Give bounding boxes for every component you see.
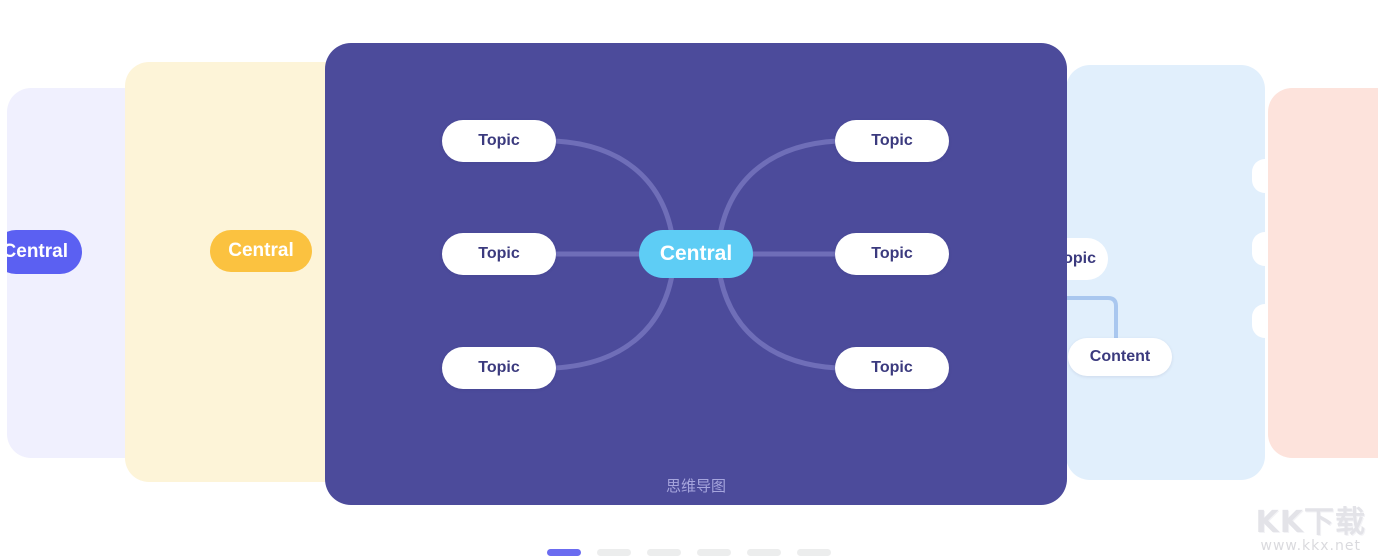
mindmap-node-right-1[interactable]: Topic	[835, 120, 949, 162]
pagination-dot-5[interactable]	[747, 549, 781, 556]
mindmap-caption: 思维导图	[665, 477, 726, 495]
mindmap-node-left-1[interactable]: Topic	[442, 120, 556, 162]
carousel-card-main-mindmap[interactable]: Topic Topic Topic Topic Topic Topic Cent…	[325, 43, 1067, 505]
yellow-card-central-node[interactable]: Central	[210, 230, 312, 272]
mindmap-node-right-2[interactable]: Topic	[835, 233, 949, 275]
blue-card-edge-node-3	[1252, 304, 1265, 338]
carousel-pagination[interactable]	[0, 549, 1378, 556]
lavender-card-central-label: Central	[7, 241, 68, 262]
mindmap-node-left-3[interactable]: Topic	[442, 347, 556, 389]
mindmap-node-right-3-label: Topic	[871, 359, 913, 376]
blue-card-edge-node-2	[1252, 232, 1265, 266]
carousel-card-pink[interactable]	[1268, 88, 1378, 458]
blue-card-connector	[1066, 296, 1118, 350]
mindmap-node-left-1-label: Topic	[478, 132, 520, 149]
watermark: KK下载 www.kkx.net	[1255, 504, 1367, 554]
watermark-logo: KK下载	[1255, 504, 1366, 540]
carousel-card-blue[interactable]: Topic Content	[1066, 65, 1265, 480]
mindmap-central-node[interactable]: Central	[639, 230, 753, 278]
blue-card-edge-node-1	[1252, 159, 1265, 193]
blue-card-content-label: Content	[1089, 348, 1151, 365]
pagination-dot-2[interactable]	[597, 549, 631, 556]
mindmap-node-right-2-label: Topic	[871, 245, 913, 262]
lavender-card-central-node[interactable]: Central	[7, 230, 82, 274]
blue-card-content-node[interactable]: Content	[1068, 338, 1172, 376]
yellow-card-central-label: Central	[228, 240, 294, 261]
page-root: Central Central Topic Content	[0, 0, 1378, 560]
pagination-dot-4[interactable]	[697, 549, 731, 556]
pagination-dot-3[interactable]	[647, 549, 681, 556]
pagination-dot-1[interactable]	[547, 549, 581, 556]
pagination-dot-6[interactable]	[797, 549, 831, 556]
mindmap-node-right-3[interactable]: Topic	[835, 347, 949, 389]
mindmap-node-left-2-label: Topic	[478, 245, 520, 262]
mindmap-node-right-1-label: Topic	[871, 132, 913, 149]
mindmap-node-left-2[interactable]: Topic	[442, 233, 556, 275]
watermark-url: www.kkx.net	[1260, 538, 1361, 554]
mindmap-central-label: Central	[659, 242, 733, 265]
mindmap-node-left-3-label: Topic	[478, 359, 520, 376]
